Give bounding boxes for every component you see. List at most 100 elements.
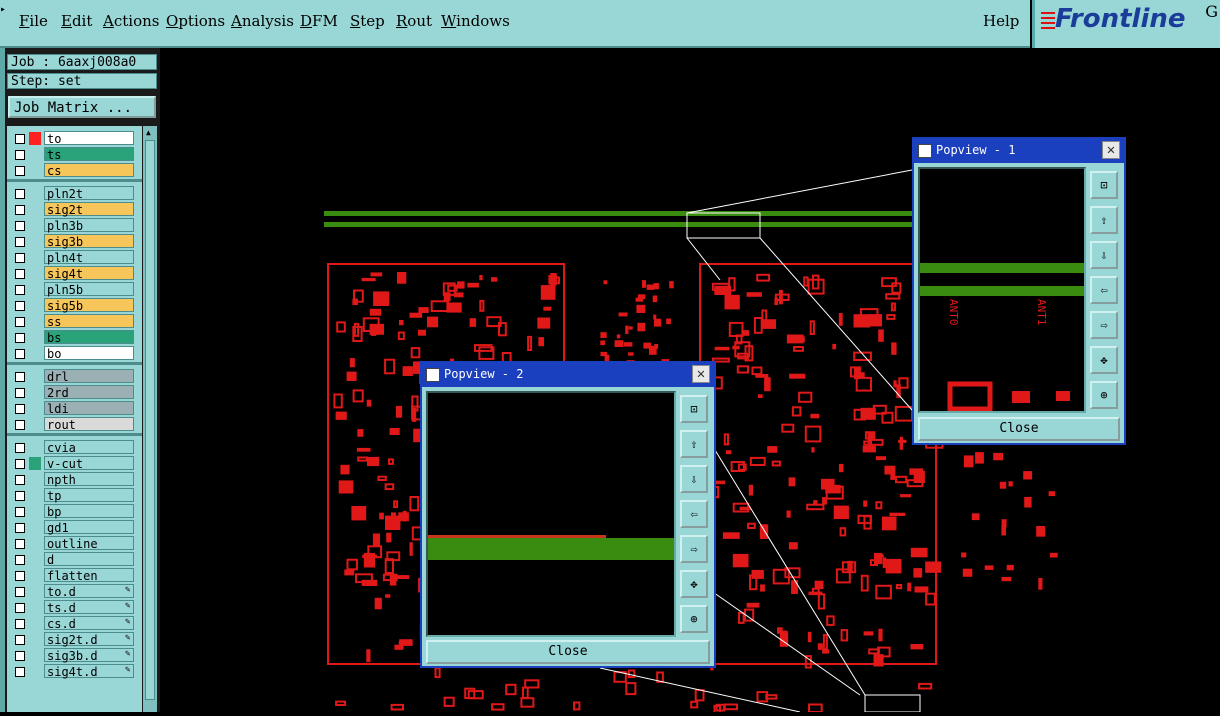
layer-checkbox[interactable] (15, 571, 25, 581)
layer-name[interactable]: tp (44, 488, 134, 503)
popview-2-close-button[interactable]: Close (426, 640, 710, 664)
zoom-fit-icon[interactable]: ⊡ (1090, 171, 1118, 199)
layer-name[interactable]: bs (44, 330, 134, 345)
layer-checkbox[interactable] (15, 603, 25, 613)
layer-checkbox[interactable] (15, 285, 25, 295)
close-icon[interactable]: ✕ (692, 365, 710, 383)
layer-row-to[interactable]: to (7, 131, 142, 146)
layer-row-sig4t[interactable]: sig4t (7, 266, 142, 281)
scroll-thumb[interactable] (145, 140, 155, 700)
layer-checkbox[interactable] (15, 166, 25, 176)
menu-edit[interactable]: Edit (61, 12, 92, 30)
layer-checkbox[interactable] (15, 269, 25, 279)
layer-row-drl[interactable]: drl (7, 369, 142, 384)
layer-name[interactable]: d (44, 552, 134, 567)
zoom-out-icon[interactable]: ⊕ (680, 605, 708, 633)
zoom-out-icon[interactable]: ⊕ (1090, 381, 1118, 409)
layer-name[interactable]: sig2t.d (44, 632, 134, 647)
menu-step[interactable]: Step (350, 12, 385, 30)
zoom-fit-icon[interactable]: ⊡ (680, 395, 708, 423)
zoom-in-icon[interactable]: ✥ (1090, 346, 1118, 374)
menu-help[interactable]: Help (983, 12, 1019, 30)
layer-checkbox[interactable] (15, 507, 25, 517)
layer-checkbox[interactable] (15, 189, 25, 199)
layer-name[interactable]: cvia (44, 440, 134, 455)
layer-name[interactable]: bo (44, 346, 134, 361)
layer-row-flatten[interactable]: flatten (7, 568, 142, 583)
layer-checkbox[interactable] (15, 404, 25, 414)
pan-right-icon[interactable]: ⇨ (1090, 311, 1118, 339)
layer-name[interactable]: sig2t (44, 202, 134, 217)
layer-row-sig3b[interactable]: sig3b (7, 234, 142, 249)
layer-row-sig2t[interactable]: sig2t (7, 202, 142, 217)
layer-row-bo[interactable]: bo (7, 346, 142, 361)
layer-checkbox[interactable] (15, 459, 25, 469)
layer-checkbox[interactable] (15, 491, 25, 501)
layer-checkbox[interactable] (15, 349, 25, 359)
layer-row-npth[interactable]: npth (7, 472, 142, 487)
layer-row-sig4t.d[interactable]: sig4t.d ✎ (7, 664, 142, 679)
popview-1-view[interactable]: ANT0 ANT1 (918, 167, 1086, 413)
layer-name[interactable]: flatten (44, 568, 134, 583)
menu-windows[interactable]: Windows (441, 12, 510, 30)
layer-checkbox[interactable] (15, 253, 25, 263)
layer-name[interactable]: ts (44, 147, 134, 162)
layer-row-pln4t[interactable]: pln4t (7, 250, 142, 265)
zoom-in-icon[interactable]: ✥ (680, 570, 708, 598)
layer-checkbox[interactable] (15, 205, 25, 215)
layer-checkbox[interactable] (15, 388, 25, 398)
job-matrix-button[interactable]: Job Matrix ... (8, 96, 156, 118)
popview-2-view[interactable] (426, 391, 676, 637)
layer-name[interactable]: bp (44, 504, 134, 519)
layer-name[interactable]: sig3b (44, 234, 134, 249)
layer-row-cs[interactable]: cs (7, 163, 142, 178)
layer-list-scrollbar[interactable]: ▲ (143, 126, 157, 712)
layer-name[interactable]: rout (44, 417, 134, 432)
layer-row-pln5b[interactable]: pln5b (7, 282, 142, 297)
layer-checkbox[interactable] (15, 619, 25, 629)
layer-row-rout[interactable]: rout (7, 417, 142, 432)
layer-row-bp[interactable]: bp (7, 504, 142, 519)
layer-name[interactable]: to (44, 131, 134, 146)
scroll-up-icon[interactable]: ▲ (146, 128, 151, 137)
layer-name[interactable]: to.d (44, 584, 134, 599)
menu-actions[interactable]: Actions (103, 12, 159, 30)
layer-name[interactable]: sig4t (44, 266, 134, 281)
layer-checkbox[interactable] (15, 443, 25, 453)
layer-row-d[interactable]: d (7, 552, 142, 567)
close-icon[interactable]: ✕ (1102, 141, 1120, 159)
layer-row-sig2t.d[interactable]: sig2t.d ✎ (7, 632, 142, 647)
layer-row-cvia[interactable]: cvia (7, 440, 142, 455)
layer-row-pln2t[interactable]: pln2t (7, 186, 142, 201)
layer-checkbox[interactable] (15, 475, 25, 485)
layer-name[interactable]: ss (44, 314, 134, 329)
popview-1-titlebar[interactable]: Popview - 1 ✕ (914, 139, 1124, 163)
layer-checkbox[interactable] (15, 317, 25, 327)
layer-name[interactable]: npth (44, 472, 134, 487)
layer-row-cs.d[interactable]: cs.d ✎ (7, 616, 142, 631)
layer-name[interactable]: gd1 (44, 520, 134, 535)
layer-name[interactable]: drl (44, 369, 134, 384)
layer-checkbox[interactable] (15, 651, 25, 661)
layer-checkbox[interactable] (15, 539, 25, 549)
layer-name[interactable]: sig4t.d (44, 664, 134, 679)
menu-options[interactable]: Options (166, 12, 225, 30)
pan-up-icon[interactable]: ⇧ (1090, 206, 1118, 234)
layer-checkbox[interactable] (15, 134, 25, 144)
layer-row-ts[interactable]: ts (7, 147, 142, 162)
layer-name[interactable]: sig3b.d (44, 648, 134, 663)
layer-checkbox[interactable] (15, 667, 25, 677)
layer-checkbox[interactable] (15, 237, 25, 247)
layer-row-ts.d[interactable]: ts.d ✎ (7, 600, 142, 615)
layer-row-ss[interactable]: ss (7, 314, 142, 329)
layer-name[interactable]: pln3b (44, 218, 134, 233)
layer-row-outline[interactable]: outline (7, 536, 142, 551)
menu-analysis[interactable]: Analysis (231, 12, 294, 30)
layer-name[interactable]: sig5b (44, 298, 134, 313)
layer-checkbox[interactable] (15, 635, 25, 645)
pan-down-icon[interactable]: ⇩ (680, 465, 708, 493)
pan-right-icon[interactable]: ⇨ (680, 535, 708, 563)
layer-name[interactable]: pln4t (44, 250, 134, 265)
layer-row-bs[interactable]: bs (7, 330, 142, 345)
pan-left-icon[interactable]: ⇦ (1090, 276, 1118, 304)
